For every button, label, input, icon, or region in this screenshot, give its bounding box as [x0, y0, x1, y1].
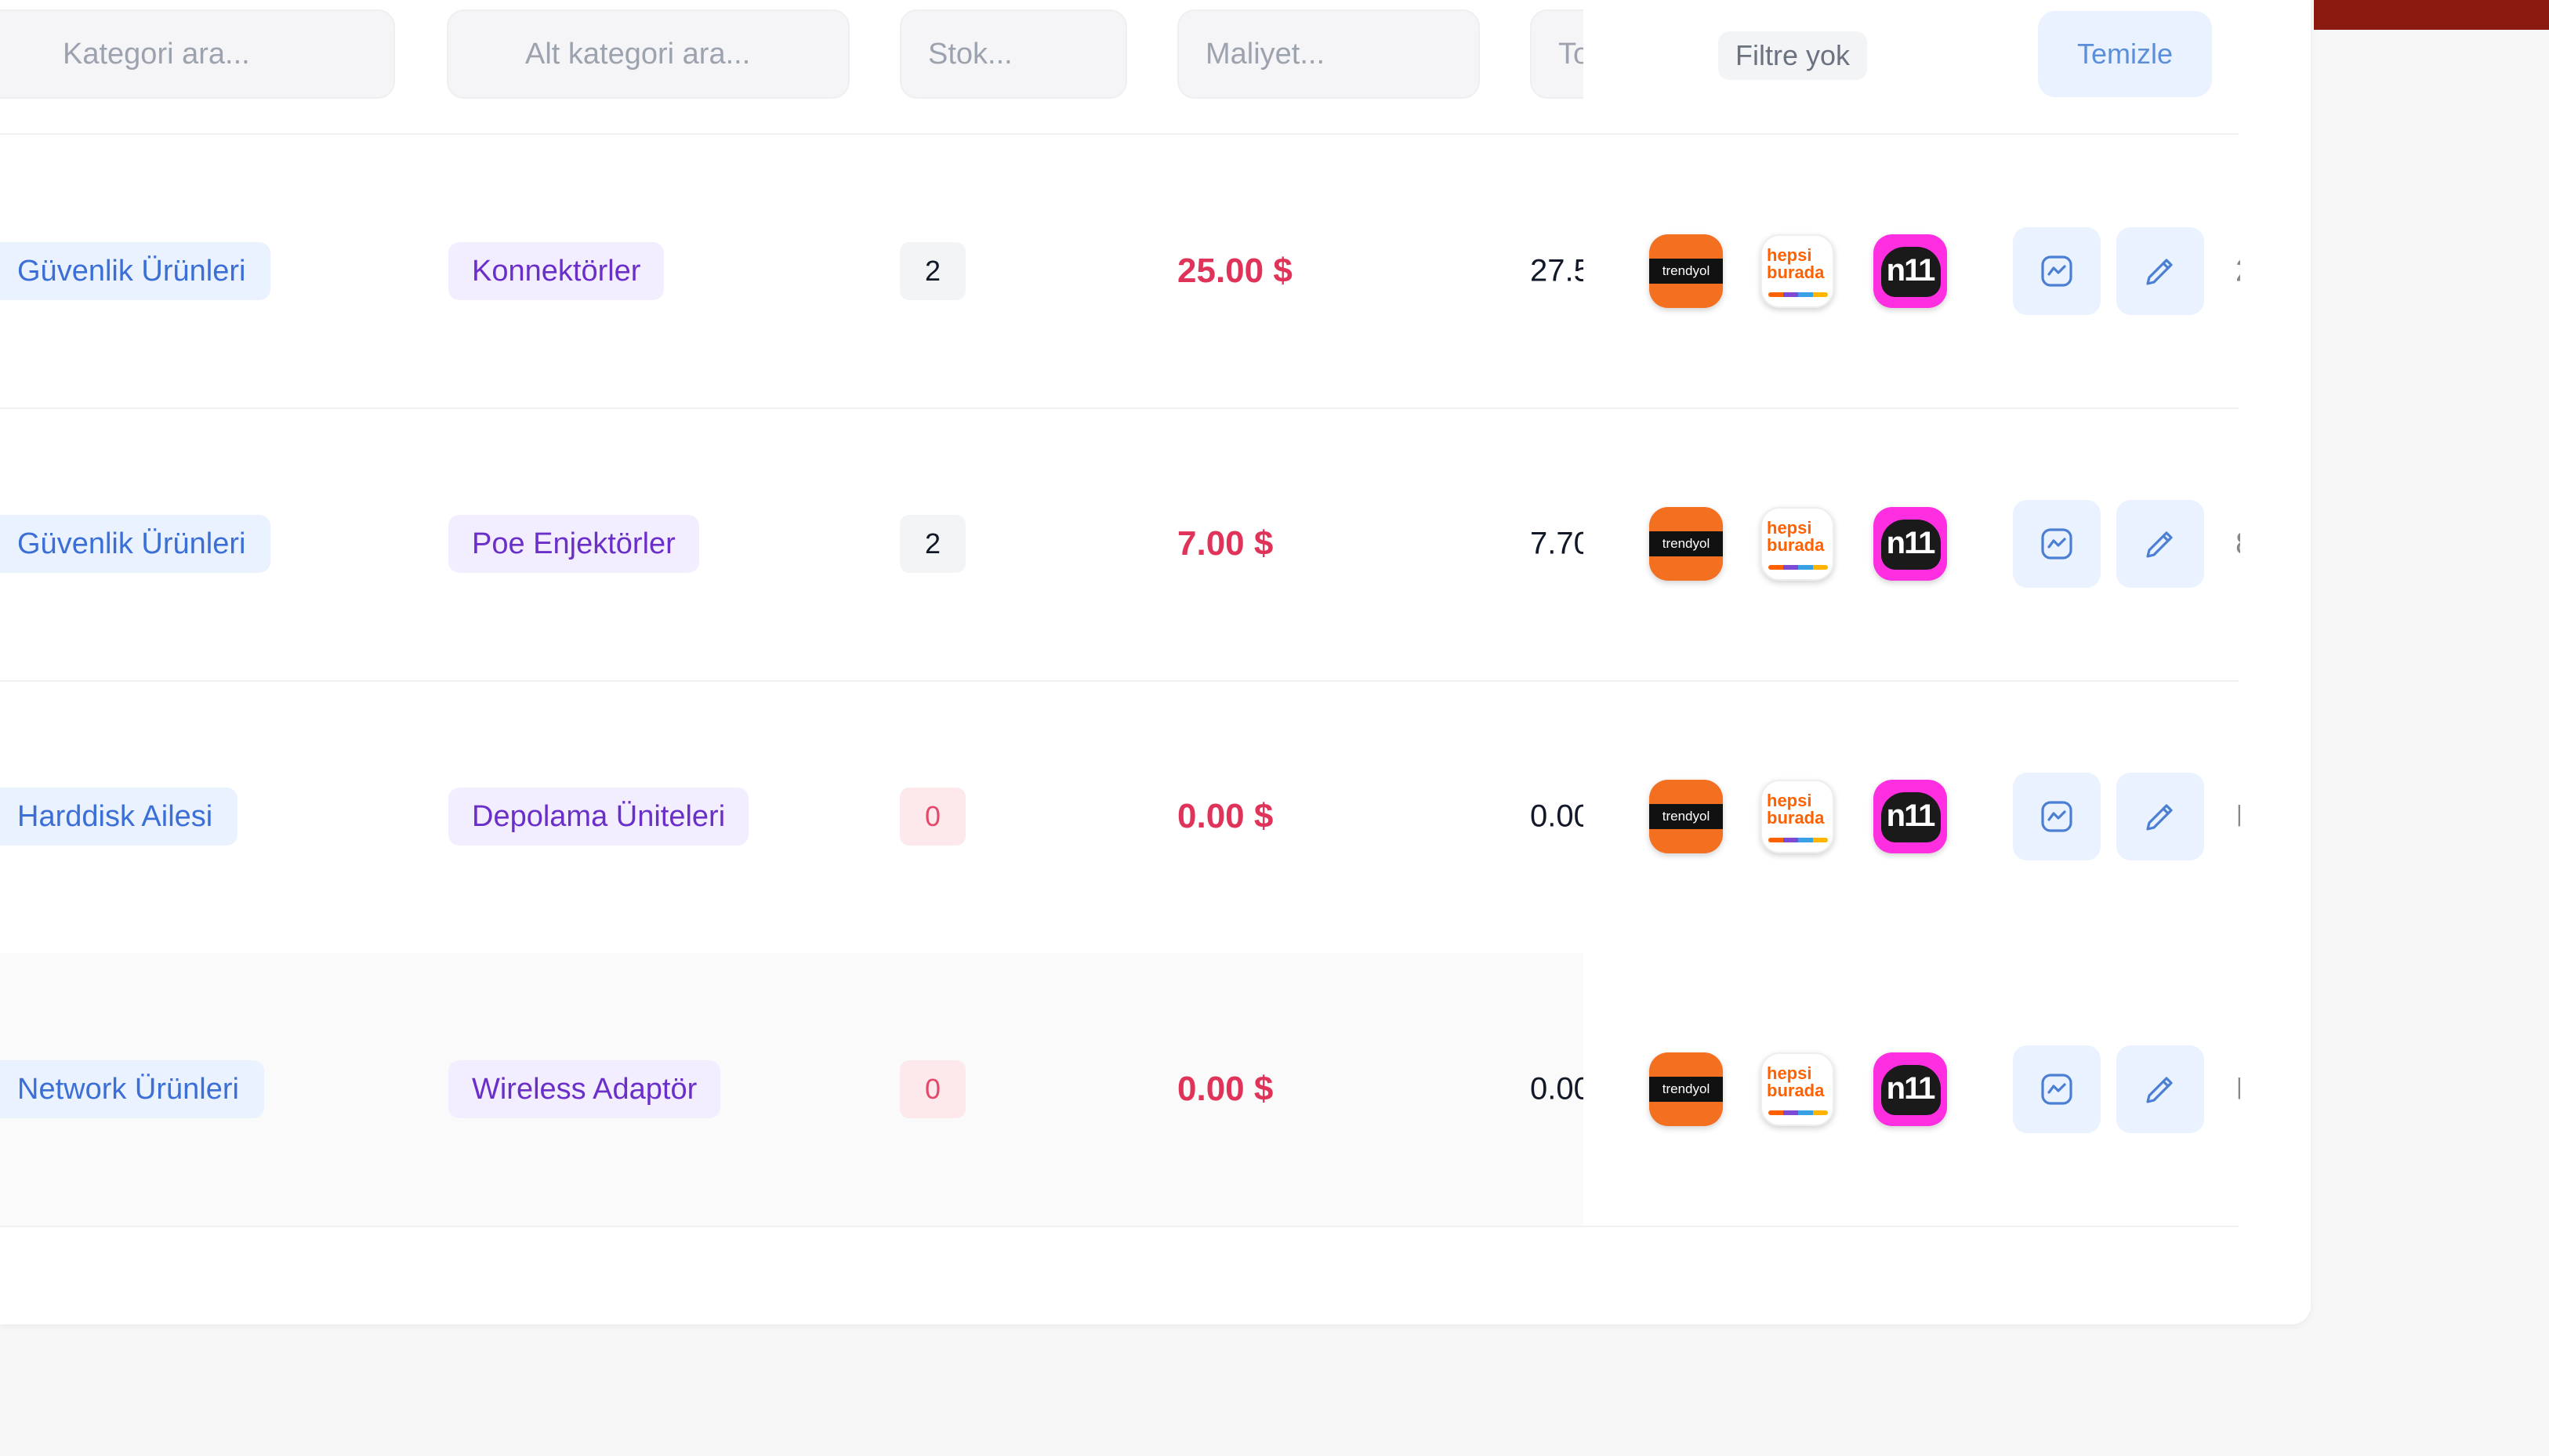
- n11-logo-icon[interactable]: n11: [1873, 507, 1947, 581]
- cost-value: 0.00 $: [1177, 797, 1274, 835]
- top-accent-bar: [2314, 0, 2549, 30]
- subcategory-badge: Wireless Adaptör: [448, 1060, 721, 1118]
- stock-badge: 2: [900, 515, 966, 573]
- table-row: Güvenlik Ürünleri Konnektörler 2 25.00 $…: [0, 135, 2240, 409]
- hepsiburada-logo-icon[interactable]: hepsi burada: [1760, 234, 1834, 308]
- n11-logo-icon[interactable]: n11: [1873, 234, 1947, 308]
- table-row: Güvenlik Ürünleri Poe Enjektörler 2 7.00…: [0, 407, 2240, 682]
- category-badge: Güvenlik Ürünleri: [0, 242, 271, 300]
- total-filter-clip: [1530, 9, 1583, 99]
- clipped-cell: I: [2235, 1071, 2240, 1106]
- trendyol-logo-icon[interactable]: trendyol: [1649, 1052, 1723, 1126]
- hepsiburada-logo-icon[interactable]: hepsi burada: [1760, 1052, 1834, 1126]
- chart-button[interactable]: [2013, 227, 2101, 315]
- subcategory-badge: Poe Enjektörler: [448, 515, 699, 573]
- stock-badge: 0: [900, 788, 966, 846]
- category-search-input[interactable]: [0, 9, 395, 99]
- stock-badge: 0: [900, 1060, 966, 1118]
- chart-line-icon: [2041, 801, 2072, 832]
- chart-button[interactable]: [2013, 773, 2101, 860]
- trendyol-logo-icon[interactable]: trendyol: [1649, 780, 1723, 853]
- edit-button[interactable]: [2116, 500, 2204, 588]
- cost-value: 7.00 $: [1177, 524, 1274, 563]
- n11-logo-icon[interactable]: n11: [1873, 780, 1947, 853]
- pencil-icon: [2146, 1077, 2173, 1103]
- total-value: 27.5: [1530, 253, 1583, 288]
- clear-filters-button[interactable]: Temizle: [2038, 11, 2212, 97]
- category-badge: Güvenlik Ürünleri: [0, 515, 271, 573]
- trendyol-logo-icon[interactable]: trendyol: [1649, 234, 1723, 308]
- category-badge: Harddisk Ailesi: [0, 788, 238, 846]
- clipped-cell: I: [2235, 799, 2240, 834]
- total-filter-input[interactable]: [1530, 9, 1583, 99]
- chart-button[interactable]: [2013, 500, 2101, 588]
- total-value: 0.00: [1530, 1071, 1583, 1106]
- filter-row: Filtre yok Temizle: [0, 0, 2239, 135]
- pencil-icon: [2146, 804, 2173, 831]
- pencil-icon: [2146, 531, 2173, 558]
- chart-line-icon: [2041, 528, 2072, 560]
- edit-button[interactable]: [2116, 773, 2204, 860]
- stock-filter-input[interactable]: [900, 9, 1127, 99]
- pencil-icon: [2146, 259, 2173, 285]
- table-row: Harddisk Ailesi Depolama Üniteleri 0 0.0…: [0, 680, 2240, 954]
- chart-line-icon: [2041, 1074, 2072, 1105]
- subcategory-search-input[interactable]: [447, 9, 850, 99]
- n11-logo-icon[interactable]: n11: [1873, 1052, 1947, 1126]
- hepsiburada-logo-icon[interactable]: hepsi burada: [1760, 507, 1834, 581]
- cost-value: 25.00 $: [1177, 252, 1293, 290]
- category-badge: Network Ürünleri: [0, 1060, 264, 1118]
- chart-line-icon: [2041, 255, 2072, 287]
- trendyol-logo-icon[interactable]: trendyol: [1649, 507, 1723, 581]
- cost-value: 0.00 $: [1177, 1070, 1274, 1108]
- total-value: 7.70: [1530, 526, 1583, 561]
- chart-button[interactable]: [2013, 1045, 2101, 1133]
- hepsiburada-logo-icon[interactable]: hepsi burada: [1760, 780, 1834, 853]
- product-table-card: Filtre yok Temizle Güvenlik Ürünleri Kon…: [0, 0, 2311, 1324]
- total-value: 0.00: [1530, 799, 1583, 834]
- edit-button[interactable]: [2116, 1045, 2204, 1133]
- clipped-cell: 8: [2235, 527, 2240, 562]
- cost-filter-input[interactable]: [1177, 9, 1480, 99]
- stock-badge: 2: [900, 242, 966, 300]
- subcategory-badge: Depolama Üniteleri: [448, 788, 749, 846]
- table-row: Network Ürünleri Wireless Adaptör 0 0.00…: [0, 953, 2240, 1227]
- edit-button[interactable]: [2116, 227, 2204, 315]
- subcategory-badge: Konnektörler: [448, 242, 665, 300]
- marketplace-filter-chip[interactable]: Filtre yok: [1718, 31, 1868, 80]
- clipped-cell: 2: [2235, 254, 2240, 289]
